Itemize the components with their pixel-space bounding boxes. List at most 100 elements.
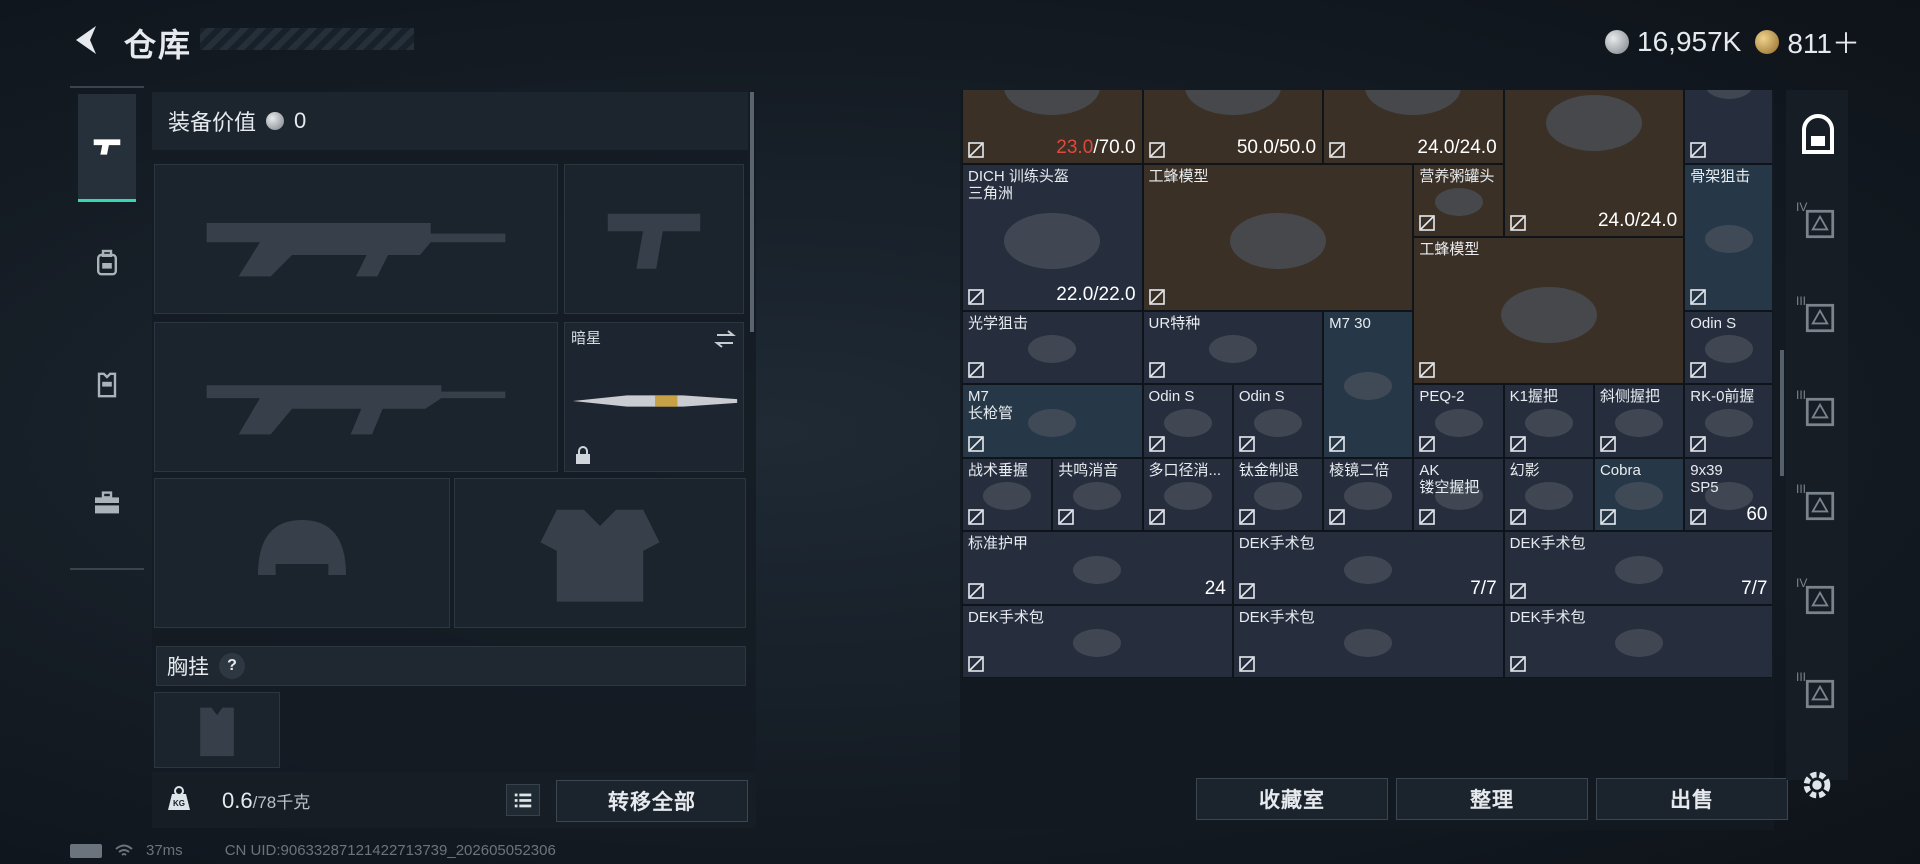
inventory-item[interactable]: 多口径消...: [1142, 457, 1233, 531]
inventory-item[interactable]: UR特种: [1142, 310, 1324, 384]
help-icon[interactable]: ?: [219, 653, 245, 679]
inventory-item[interactable]: 光学狙击: [962, 310, 1143, 384]
inventory-item[interactable]: 共鸣消音: [1052, 457, 1143, 531]
no-insure-icon: [967, 435, 985, 453]
rail-container-2[interactable]: III: [1796, 294, 1840, 338]
inventory-item[interactable]: 工蜂模型: [1142, 163, 1414, 311]
no-insure-icon: [967, 582, 985, 600]
primary-weapon-slot[interactable]: [154, 164, 558, 314]
rail-container-4[interactable]: III: [1796, 482, 1840, 526]
settings-button[interactable]: [1798, 766, 1836, 804]
inventory-item[interactable]: PEQ-2: [1413, 384, 1504, 458]
sort-button[interactable]: 整理: [1396, 778, 1588, 820]
silver-currency[interactable]: 16,957K: [1605, 26, 1741, 58]
svg-text:KG: KG: [173, 799, 185, 808]
inventory-item[interactable]: 23.0/70.0: [962, 90, 1143, 164]
inventory-item[interactable]: Cobra: [1593, 457, 1685, 531]
no-insure-icon: [1689, 141, 1707, 159]
equipment-scrollbar[interactable]: [750, 92, 754, 332]
inventory-item[interactable]: 营养粥罐头: [1413, 163, 1504, 237]
ping-readout: 37ms: [146, 842, 183, 859]
helmet-slot[interactable]: [154, 478, 450, 628]
container-tier-label: III: [1796, 294, 1807, 308]
inventory-item[interactable]: DEK手术包 7/7: [1503, 531, 1772, 605]
inventory-item[interactable]: DICH-1战术头盔 三角洲66.0/66.024.0/24.0: [1503, 90, 1685, 237]
gold-currency[interactable]: 811＋: [1755, 22, 1860, 62]
rail-main-backpack[interactable]: [1796, 114, 1840, 158]
back-button[interactable]: [70, 22, 106, 58]
no-insure-icon: [1418, 435, 1436, 453]
armor-slot[interactable]: [454, 478, 746, 628]
silver-amount: 16,957K: [1637, 26, 1742, 57]
top-bar: 仓库 16,957K 811＋: [0, 0, 1920, 80]
container-tier-label: III: [1796, 670, 1807, 684]
user-uid: CN UID:9063328712142271373​9_20260505230…: [224, 842, 556, 859]
item-image: [1414, 238, 1683, 383]
inventory-item[interactable]: 战术垂握: [962, 457, 1053, 531]
item-name: AK 镂空握把: [1419, 461, 1480, 496]
item-durability-value: 24: [1204, 577, 1226, 599]
inventory-item[interactable]: DEK手术包: [962, 604, 1233, 678]
item-name: K1握把: [1509, 388, 1559, 405]
melee-slot[interactable]: 暗星: [564, 322, 744, 472]
inventory-scrollbar[interactable]: [1780, 350, 1784, 476]
item-durability-value: 60: [1746, 504, 1768, 525]
inventory-item[interactable]: RK-0前握: [1684, 384, 1772, 458]
item-name: RK-0前握: [1690, 388, 1755, 405]
item-name: 营养粥罐头: [1419, 167, 1495, 185]
list-view-button[interactable]: [506, 784, 540, 816]
inventory-item[interactable]: 幻影: [1503, 457, 1594, 531]
secondary-weapon-slot[interactable]: [154, 322, 558, 472]
rail-container-1[interactable]: IV: [1796, 200, 1840, 244]
inventory-item[interactable]: Odin S: [1142, 384, 1233, 458]
inventory-item[interactable]: 50.0/50.0: [1142, 90, 1324, 164]
inventory-item[interactable]: 斜侧握把: [1593, 384, 1685, 458]
item-name: 骨架狙击: [1690, 167, 1751, 185]
no-insure-icon: [1148, 508, 1166, 526]
inventory-item[interactable]: Odin S: [1684, 310, 1772, 384]
item-name: 工蜂模型: [1148, 167, 1209, 185]
tab-toolbox[interactable]: [78, 474, 136, 532]
inventory-item[interactable]: 24.0/24.0: [1323, 90, 1504, 164]
inventory-actions: 收藏室 整理 出售: [1196, 778, 1788, 820]
inventory-item[interactable]: DEK手术包: [1503, 604, 1772, 678]
no-insure-icon: [1689, 508, 1707, 526]
inventory-item[interactable]: AK 镂空握把: [1413, 457, 1504, 531]
list-icon: [514, 793, 532, 808]
inventory-item[interactable]: M7 30: [1323, 310, 1414, 458]
sidearm-slot[interactable]: [564, 164, 744, 314]
inventory-item[interactable]: DICH 训练头盔 三角洲 22.0/22.0: [962, 163, 1143, 311]
no-insure-icon: [967, 141, 985, 159]
armor-silhouette-icon: [455, 479, 745, 627]
rail-container-6[interactable]: III: [1796, 670, 1840, 714]
inventory-item[interactable]: 棱镜二倍: [1323, 457, 1414, 531]
sell-button[interactable]: 出售: [1596, 778, 1788, 820]
inventory-item[interactable]: Odin S: [1232, 384, 1324, 458]
weight-kg-icon: KG: [168, 786, 190, 810]
rail-container-3[interactable]: III: [1796, 388, 1840, 432]
collection-room-button[interactable]: 收藏室: [1196, 778, 1388, 820]
item-name: Cobra: [1599, 461, 1641, 479]
inventory-item[interactable]: K1握把: [1503, 384, 1594, 458]
inventory-item[interactable]: 工蜂模型: [1413, 237, 1685, 384]
transfer-all-button[interactable]: 转移全部: [556, 780, 748, 822]
no-insure-icon: [1599, 435, 1617, 453]
equipment-panel: 装备价值 0 暗星 胸挂 ? KG 0.6/78千克 转移全部: [152, 92, 756, 828]
tab-weapons[interactable]: [78, 94, 136, 202]
inventory-item[interactable]: M7 长枪管: [962, 384, 1143, 458]
inventory-item[interactable]: 骨架狙击: [1684, 163, 1772, 311]
swap-icon[interactable]: [713, 327, 737, 351]
silver-coin-icon: [266, 112, 285, 130]
inventory-item[interactable]: DEK手术包: [1232, 604, 1504, 678]
chest-rig-label: 胸挂: [167, 656, 209, 679]
item-name: 光学狙击: [968, 314, 1029, 332]
inventory-item[interactable]: DEK手术包 7/7: [1232, 531, 1504, 605]
inventory-item[interactable]: 标准护甲 24: [962, 531, 1233, 605]
chest-rig-slot[interactable]: [154, 692, 280, 768]
tab-vest[interactable]: [78, 356, 136, 414]
inventory-item[interactable]: 钛金制退: [1232, 457, 1324, 531]
tab-backpack[interactable]: [78, 234, 136, 292]
rail-container-5[interactable]: IV: [1796, 576, 1840, 620]
inventory-item[interactable]: 9x39 SP5 60: [1684, 457, 1772, 531]
inventory-item[interactable]: [1684, 90, 1772, 164]
